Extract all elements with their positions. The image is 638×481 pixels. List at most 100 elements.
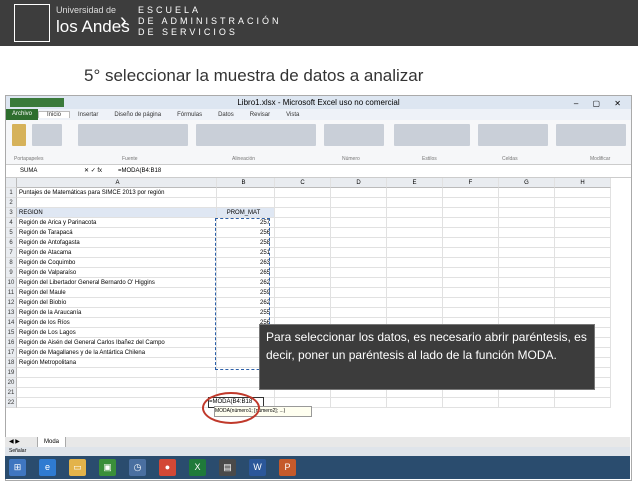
row-header[interactable]: 15: [6, 328, 17, 338]
cell[interactable]: [443, 278, 499, 288]
cell[interactable]: [331, 308, 387, 318]
row-header[interactable]: 9: [6, 268, 17, 278]
cell[interactable]: [443, 308, 499, 318]
chrome-icon[interactable]: ●: [159, 459, 176, 476]
row-header[interactable]: 16: [6, 338, 17, 348]
start-icon[interactable]: ⊞: [9, 459, 26, 476]
cell-b[interactable]: PROM_MAT: [217, 208, 275, 218]
cell[interactable]: [331, 248, 387, 258]
cell[interactable]: [443, 238, 499, 248]
cell[interactable]: [331, 268, 387, 278]
cell-a[interactable]: Región de Antofagasta: [17, 238, 217, 248]
cell[interactable]: [499, 218, 555, 228]
cell-a[interactable]: Región del Libertador General Bernardo O…: [17, 278, 217, 288]
formula-buttons[interactable]: ✕ ✓ fx: [84, 165, 102, 177]
column-header[interactable]: G: [499, 178, 555, 188]
cell[interactable]: [443, 298, 499, 308]
cell[interactable]: [555, 238, 611, 248]
cell[interactable]: [275, 228, 331, 238]
sheet-nav-arrows[interactable]: ◀ ▶: [9, 437, 20, 447]
cell[interactable]: [555, 248, 611, 258]
excel-icon[interactable]: X: [189, 459, 206, 476]
name-box[interactable]: SUMA: [20, 165, 70, 177]
cell-a[interactable]: Región de Coquimbo: [17, 258, 217, 268]
row-header[interactable]: 10: [6, 278, 17, 288]
row-header[interactable]: 1: [6, 188, 17, 198]
cell[interactable]: [499, 198, 555, 208]
cell[interactable]: [331, 238, 387, 248]
row-header[interactable]: 17: [6, 348, 17, 358]
cell[interactable]: [499, 248, 555, 258]
cell[interactable]: [331, 218, 387, 228]
cell-a[interactable]: [17, 368, 217, 378]
cell-a[interactable]: Región de la Araucanía: [17, 308, 217, 318]
cell-a[interactable]: [17, 198, 217, 208]
cell[interactable]: [387, 268, 443, 278]
row-header[interactable]: 19: [6, 368, 17, 378]
cell-a[interactable]: Región del Biobío: [17, 298, 217, 308]
cell-b[interactable]: [217, 198, 275, 208]
cell[interactable]: [331, 188, 387, 198]
cell[interactable]: [275, 248, 331, 258]
cell[interactable]: [555, 258, 611, 268]
font-controls[interactable]: [78, 124, 188, 146]
cell[interactable]: [555, 278, 611, 288]
cell[interactable]: [555, 228, 611, 238]
cell-a[interactable]: Región de los Ríos: [17, 318, 217, 328]
tab-vista[interactable]: Vista: [278, 112, 307, 118]
cell-a[interactable]: [17, 398, 217, 408]
column-header[interactable]: B: [217, 178, 275, 188]
window-controls[interactable]: – ▢ ✕: [574, 97, 627, 110]
row-header[interactable]: 14: [6, 318, 17, 328]
cell[interactable]: [331, 298, 387, 308]
cell[interactable]: [555, 298, 611, 308]
cell[interactable]: [387, 228, 443, 238]
cell[interactable]: [499, 238, 555, 248]
cell-a[interactable]: Región de Atacama: [17, 248, 217, 258]
cell[interactable]: [387, 198, 443, 208]
cell[interactable]: [443, 248, 499, 258]
cell[interactable]: [443, 198, 499, 208]
formula-input[interactable]: =MODA(B4:B18: [118, 165, 161, 177]
cell[interactable]: [387, 288, 443, 298]
column-header[interactable]: H: [555, 178, 611, 188]
tab-archivo[interactable]: Archivo: [6, 109, 39, 120]
cell[interactable]: [555, 218, 611, 228]
cell[interactable]: [275, 288, 331, 298]
row-header[interactable]: 3: [6, 208, 17, 218]
paste-icon[interactable]: [12, 124, 26, 146]
cell[interactable]: [387, 258, 443, 268]
cell[interactable]: [499, 398, 555, 408]
cell[interactable]: [331, 278, 387, 288]
browser-icon[interactable]: e: [39, 459, 56, 476]
cell[interactable]: [387, 278, 443, 288]
cell[interactable]: [331, 198, 387, 208]
cell[interactable]: [387, 208, 443, 218]
cell[interactable]: [331, 258, 387, 268]
cell-a[interactable]: [17, 388, 217, 398]
cell[interactable]: [443, 398, 499, 408]
cell[interactable]: [275, 198, 331, 208]
row-header[interactable]: 13: [6, 308, 17, 318]
cell[interactable]: [443, 258, 499, 268]
cell[interactable]: [555, 208, 611, 218]
cell[interactable]: [555, 188, 611, 198]
powerpoint-icon[interactable]: P: [279, 459, 296, 476]
cell[interactable]: [387, 298, 443, 308]
cell[interactable]: [555, 288, 611, 298]
word-icon[interactable]: W: [249, 459, 266, 476]
cell[interactable]: [443, 208, 499, 218]
cell-a[interactable]: Región de Tarapacá: [17, 228, 217, 238]
cell[interactable]: [499, 208, 555, 218]
cell-a[interactable]: Puntajes de Matemáticas para SIMCE 2013 …: [17, 188, 217, 198]
cell[interactable]: [387, 218, 443, 228]
folder-icon[interactable]: ▭: [69, 459, 86, 476]
column-header[interactable]: A: [17, 178, 217, 188]
row-header[interactable]: 2: [6, 198, 17, 208]
tab-insertar[interactable]: Insertar: [70, 112, 106, 118]
editing-controls[interactable]: [556, 124, 626, 146]
cell-a[interactable]: Región de Valparaíso: [17, 268, 217, 278]
cell[interactable]: [499, 278, 555, 288]
cell[interactable]: [443, 288, 499, 298]
cell[interactable]: [387, 238, 443, 248]
